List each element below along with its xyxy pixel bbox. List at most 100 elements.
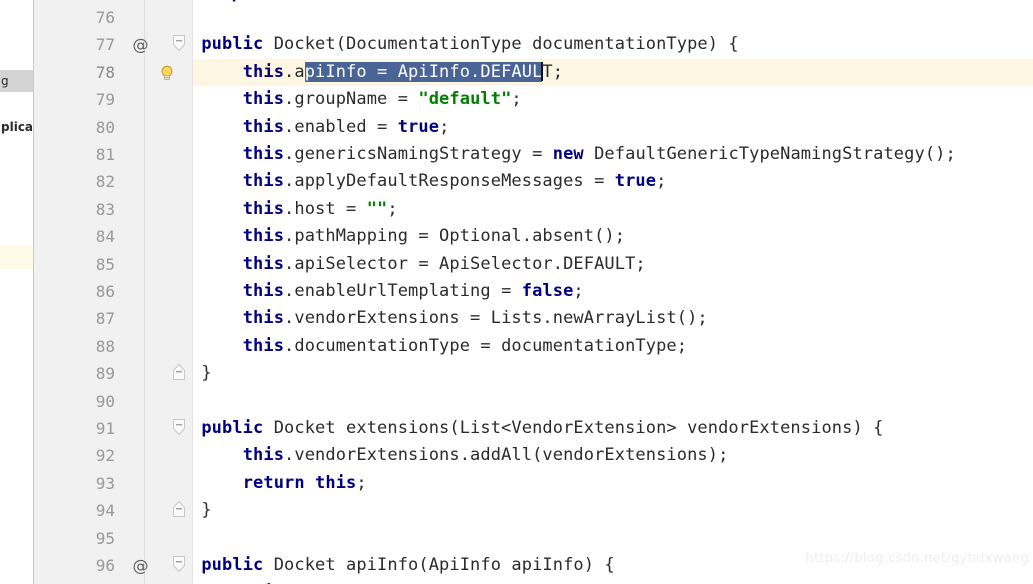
line-number: 91 <box>95 419 115 438</box>
line-number: 79 <box>95 90 115 110</box>
left-panel-row[interactable]: plicati <box>0 116 33 138</box>
code-line[interactable]: this.genericsNamingStrategy = new Defaul… <box>160 141 1033 168</box>
line-number: 94 <box>95 501 115 521</box>
left-sliver-highlight-strip <box>0 245 33 269</box>
code-token: p <box>232 0 242 3</box>
gutter-row[interactable]: 97 <box>33 579 193 584</box>
line-number: 92 <box>95 446 115 466</box>
code-token: .applyDefaultResponseMessages = <box>284 171 615 192</box>
code-line[interactable]: this.applyDefaultResponseMessages = true… <box>160 168 1033 195</box>
code-line[interactable]: this.documentationType = documentationTy… <box>160 333 1033 360</box>
gutter-row[interactable]: 86 <box>33 278 193 305</box>
at-annotation-icon[interactable]: @ <box>131 556 150 575</box>
code-line[interactable]: this.apiInfo = (ApiInfo)BuilderDefaults.… <box>160 579 1033 584</box>
code-token: true <box>614 171 657 192</box>
gutter-row[interactable]: 78 <box>33 59 193 86</box>
code-token: this <box>242 116 285 137</box>
gutter-row[interactable]: 87 <box>33 305 193 332</box>
code-token: public <box>201 418 264 438</box>
code-line[interactable]: this.vendorExtensions.addAll(vendorExten… <box>160 442 1033 469</box>
code-line[interactable]: this.apiSelector = ApiSelector.DEFAULT; <box>160 251 1033 278</box>
gutter-row[interactable]: 93 <box>33 470 193 497</box>
code-line[interactable]: public Docket extensions(List<VendorExte… <box>160 415 1033 442</box>
code-token: this <box>242 335 285 356</box>
gutter-row[interactable]: 96 @ <box>33 552 193 579</box>
code-line[interactable]: return this; <box>160 470 1033 497</box>
code-token: "default" <box>418 89 512 110</box>
code-token: this <box>242 281 285 301</box>
line-number: 97 <box>33 579 115 584</box>
gutter-row[interactable]: 81 <box>33 141 193 168</box>
code-fold-start-icon[interactable] <box>171 554 187 576</box>
code-token: return <box>242 472 305 493</box>
line-number: 95 <box>95 528 115 548</box>
gutter-row[interactable]: 82 <box>33 168 193 195</box>
at-annotation-icon[interactable]: @ <box>131 35 150 54</box>
line-number: 76 <box>95 8 115 27</box>
line-number: 86 <box>95 282 115 301</box>
code-line[interactable] <box>160 4 1033 31</box>
line-number: 96 <box>95 556 115 575</box>
code-line[interactable]: } <box>160 497 1033 524</box>
code-line[interactable]: public Docket(DocumentationType document… <box>160 31 1033 58</box>
code-token: public <box>201 555 264 575</box>
line-number: 81 <box>95 145 115 164</box>
code-token: .enabled = <box>284 116 398 137</box>
gutter-row[interactable]: 84 <box>33 223 193 250</box>
gutter-row[interactable]: 91 <box>33 415 193 442</box>
code-token: .apiSelector = ApiSelector.DEFAULT; <box>284 253 646 274</box>
code-token: ; <box>439 116 450 137</box>
line-number: 93 <box>95 473 115 493</box>
code-token: this <box>242 198 285 219</box>
gutter-row[interactable]: 89 <box>33 360 193 387</box>
code-line[interactable] <box>160 525 1033 552</box>
code-token: .host = <box>284 198 367 219</box>
code-fold-start-icon[interactable] <box>171 33 187 55</box>
code-text-area[interactable]: public Docket(DocumentationType document… <box>160 0 1033 584</box>
code-token: .enableUrlTemplating = <box>284 281 522 301</box>
gutter-row[interactable]: 90 <box>33 388 193 415</box>
gutter-row[interactable]: 76 <box>33 4 193 31</box>
line-number: 85 <box>95 254 115 274</box>
code-line[interactable] <box>160 388 1033 415</box>
code-token: ; <box>387 198 398 219</box>
gutter-row[interactable]: 77 @ <box>33 31 193 58</box>
line-number: 83 <box>95 199 115 219</box>
gutter-row[interactable]: 95 <box>33 525 193 552</box>
code-fold-end-icon[interactable] <box>171 499 187 521</box>
code-line[interactable]: this.groupName = "default"; <box>160 86 1033 113</box>
line-number: 90 <box>95 391 115 411</box>
code-token: this <box>242 226 285 247</box>
lightbulb-intention-icon[interactable] <box>158 64 176 82</box>
code-token: ; <box>573 281 584 301</box>
gutter-row[interactable]: 79 <box>33 86 193 113</box>
code-token: this <box>242 253 285 274</box>
line-number: 78 <box>95 62 115 82</box>
code-editor[interactable]: g plicati 76 77 @78 79 80 81 82 83 84 85 86 87 88 89 90… <box>0 0 1033 584</box>
code-line[interactable]: this.vendorExtensions = Lists.newArrayLi… <box>160 305 1033 332</box>
gutter-row[interactable]: 80 <box>33 114 193 141</box>
code-line[interactable]: this.host = ""; <box>160 196 1033 223</box>
left-tool-window-fragment[interactable]: g plicati <box>0 0 34 584</box>
code-line[interactable]: this.pathMapping = Optional.absent(); <box>160 223 1033 250</box>
gutter-row[interactable]: 94 <box>33 497 193 524</box>
gutter-row[interactable]: 83 <box>33 196 193 223</box>
gutter-row[interactable]: 88 <box>33 333 193 360</box>
line-number: 77 <box>95 35 115 55</box>
code-line[interactable]: this.enabled = true; <box>160 114 1033 141</box>
line-number: 88 <box>95 336 115 356</box>
code-line[interactable]: } <box>160 360 1033 387</box>
code-token: .vendorExtensions.addAll(vendorExtension… <box>284 445 729 466</box>
gutter-row[interactable]: 85 <box>33 251 193 278</box>
line-number: 82 <box>95 172 115 192</box>
gutter-row[interactable]: 92 <box>33 442 193 469</box>
code-line[interactable]: this.enableUrlTemplating = false; <box>160 278 1033 305</box>
code-line[interactable]: this.apiInfo = ApiInfo.DEFAULT; <box>160 58 1033 87</box>
left-panel-row[interactable]: g <box>0 70 33 92</box>
code-token: this <box>315 472 357 493</box>
code-fold-start-icon[interactable] <box>171 417 187 439</box>
code-fold-end-icon[interactable] <box>171 362 187 384</box>
editor-gutter[interactable]: 76 77 @78 79 80 81 82 83 84 85 86 87 88 89 90 91 92 93 94 9… <box>33 0 193 584</box>
code-token: true <box>397 116 440 137</box>
watermark-text: https://blog.csdn.net/gyhdxwang <box>805 551 1029 566</box>
